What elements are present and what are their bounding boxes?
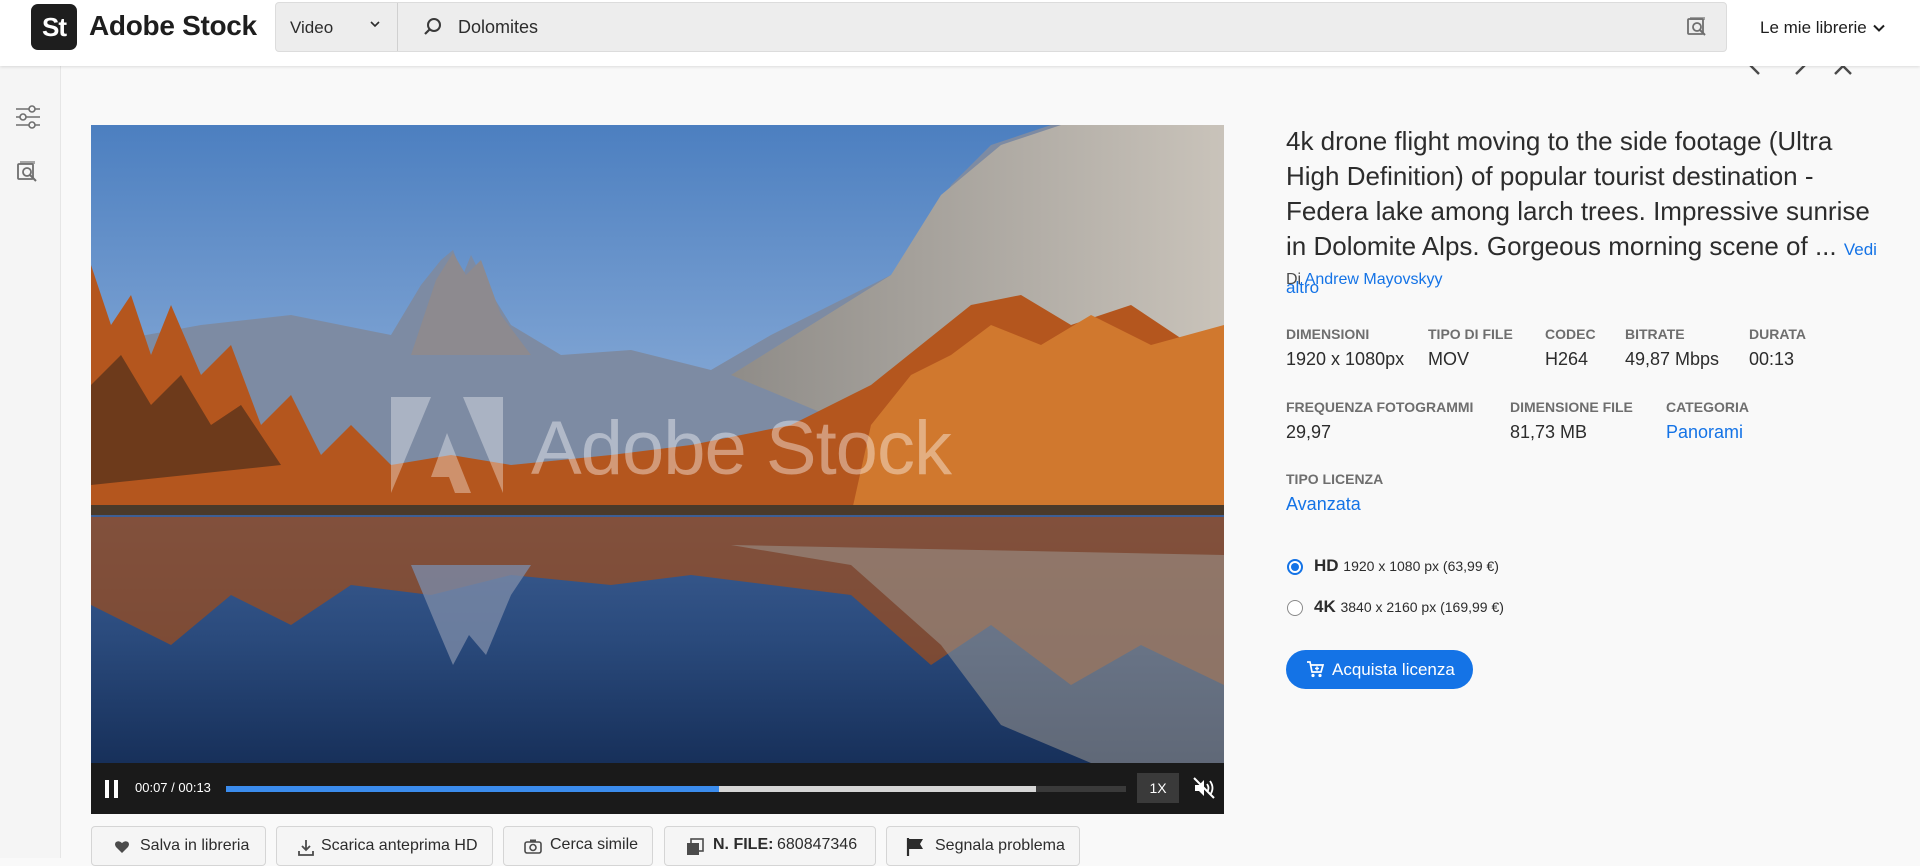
license-type-link[interactable]: Avanzata [1286,494,1383,515]
copy-icon[interactable] [685,837,705,862]
spec-label: TIPO DI FILE [1428,326,1513,342]
left-rail [0,66,61,858]
player-controls: 00:07 / 00:13 1X [91,763,1224,814]
spec-label: TIPO LICENZA [1286,471,1384,487]
find-similar-label: Cerca simile [550,836,639,853]
report-problem-label: Segnala problema [935,837,1065,854]
visual-search-icon[interactable] [1685,15,1709,44]
download-icon [297,839,315,862]
cart-icon [1306,661,1325,683]
spec-value: 1920 x 1080px [1286,349,1405,369]
buy-license-button[interactable]: Acquista licenza [1286,650,1473,689]
spec-license-type: TIPO LICENZA Avanzata [1286,471,1383,515]
asset-title-text: 4k drone flight moving to the side foota… [1286,126,1870,261]
adobe-stock-watermark: Adobe Stock [531,406,952,491]
spec-duration: DURATA 00:13 [1749,326,1806,370]
radio-selected[interactable] [1287,559,1303,575]
camera-icon [524,838,542,859]
spec-label: BITRATE [1625,326,1685,342]
spec-value: 81,73 MB [1510,422,1588,442]
spec-codec: CODEC H264 [1545,326,1596,370]
spec-label: DIMENSIONI [1286,326,1370,342]
option-detail: 1920 x 1080 px (63,99 €) [1343,558,1499,574]
file-number-value: 680847346 [777,836,858,853]
license-option-label: HD 1920 x 1080 px (63,99 €) [1314,556,1499,576]
find-similar-button[interactable]: Cerca simile [503,826,653,866]
author-link[interactable]: Andrew Mayovskyy [1305,271,1443,288]
download-preview-label: Scarica anteprima HD [321,837,478,854]
chevron-down-icon [1872,20,1886,40]
spec-label: FREQUENZA FOTOGRAMMI [1286,399,1474,415]
visual-search-icon[interactable] [16,160,40,189]
radio-unselected[interactable] [1287,600,1303,616]
progress-played [226,786,720,792]
top-header: St Adobe Stock Video Le mie librerie [0,0,1920,66]
playback-speed-button[interactable]: 1X [1137,773,1179,803]
category-link[interactable]: Panorami [1666,422,1749,443]
my-libraries-menu[interactable]: Le mie librerie [1760,18,1885,38]
mute-icon[interactable] [1192,776,1216,805]
adobe-watermark-logo [391,397,503,498]
pause-icon[interactable] [103,779,121,804]
playback-time: 00:07 / 00:13 [135,780,211,795]
spec-value: 49,87 Mbps [1625,349,1720,369]
filters-icon[interactable] [15,104,41,135]
my-libraries-label: Le mie librerie [1760,18,1867,37]
spec-category: CATEGORIA Panorami [1666,399,1749,443]
chevron-down-icon [369,17,381,33]
spec-value: MOV [1428,349,1470,369]
search-input[interactable] [458,12,1458,42]
save-to-library-button[interactable]: Salva in libreria [91,826,266,866]
heart-icon [114,839,130,860]
video-player[interactable]: Adobe Stock 00:07 / 00:13 1X [91,125,1224,814]
flag-icon [905,837,925,862]
progress-bar[interactable] [226,786,1126,792]
spec-bitrate: BITRATE 49,87 Mbps [1625,326,1719,370]
author-line: Di Andrew Mayovskyy [1286,271,1443,289]
option-name: HD [1314,556,1339,575]
spec-value: 00:13 [1749,349,1795,369]
file-number-label: N. FILE: [713,836,774,853]
search-icon [422,16,444,43]
spec-label: CODEC [1545,326,1596,342]
option-name: 4K [1314,597,1336,616]
report-problem-button[interactable]: Segnala problema [886,826,1080,866]
spec-value: H264 [1545,349,1589,369]
spec-label: CATEGORIA [1666,399,1749,415]
spec-file-size: DIMENSIONE FILE 81,73 MB [1510,399,1633,443]
adobe-stock-logo-text[interactable]: Adobe Stock [89,10,257,42]
spec-framerate: FREQUENZA FOTOGRAMMI 29,97 [1286,399,1473,443]
spec-file-type: TIPO DI FILE MOV [1428,326,1513,370]
spec-label: DURATA [1749,326,1807,342]
asset-type-label: Video [290,18,334,37]
file-number-box: N. FILE: 680847346 [664,826,876,866]
license-option-label: 4K 3840 x 2160 px (169,99 €) [1314,597,1504,617]
search-bar: Video [275,2,1727,52]
asset-type-select[interactable]: Video [276,3,398,51]
spec-dimensions: DIMENSIONI 1920 x 1080px [1286,326,1404,370]
option-detail: 3840 x 2160 px (169,99 €) [1340,599,1504,615]
download-preview-button[interactable]: Scarica anteprima HD [276,826,493,866]
spec-label: DIMENSIONE FILE [1510,399,1633,415]
spec-value: 29,97 [1286,422,1332,442]
author-prefix: Di [1286,271,1302,288]
adobe-stock-logo-mark[interactable]: St [31,4,77,50]
save-to-library-label: Salva in libreria [140,837,250,854]
buy-license-label: Acquista licenza [1332,660,1455,679]
